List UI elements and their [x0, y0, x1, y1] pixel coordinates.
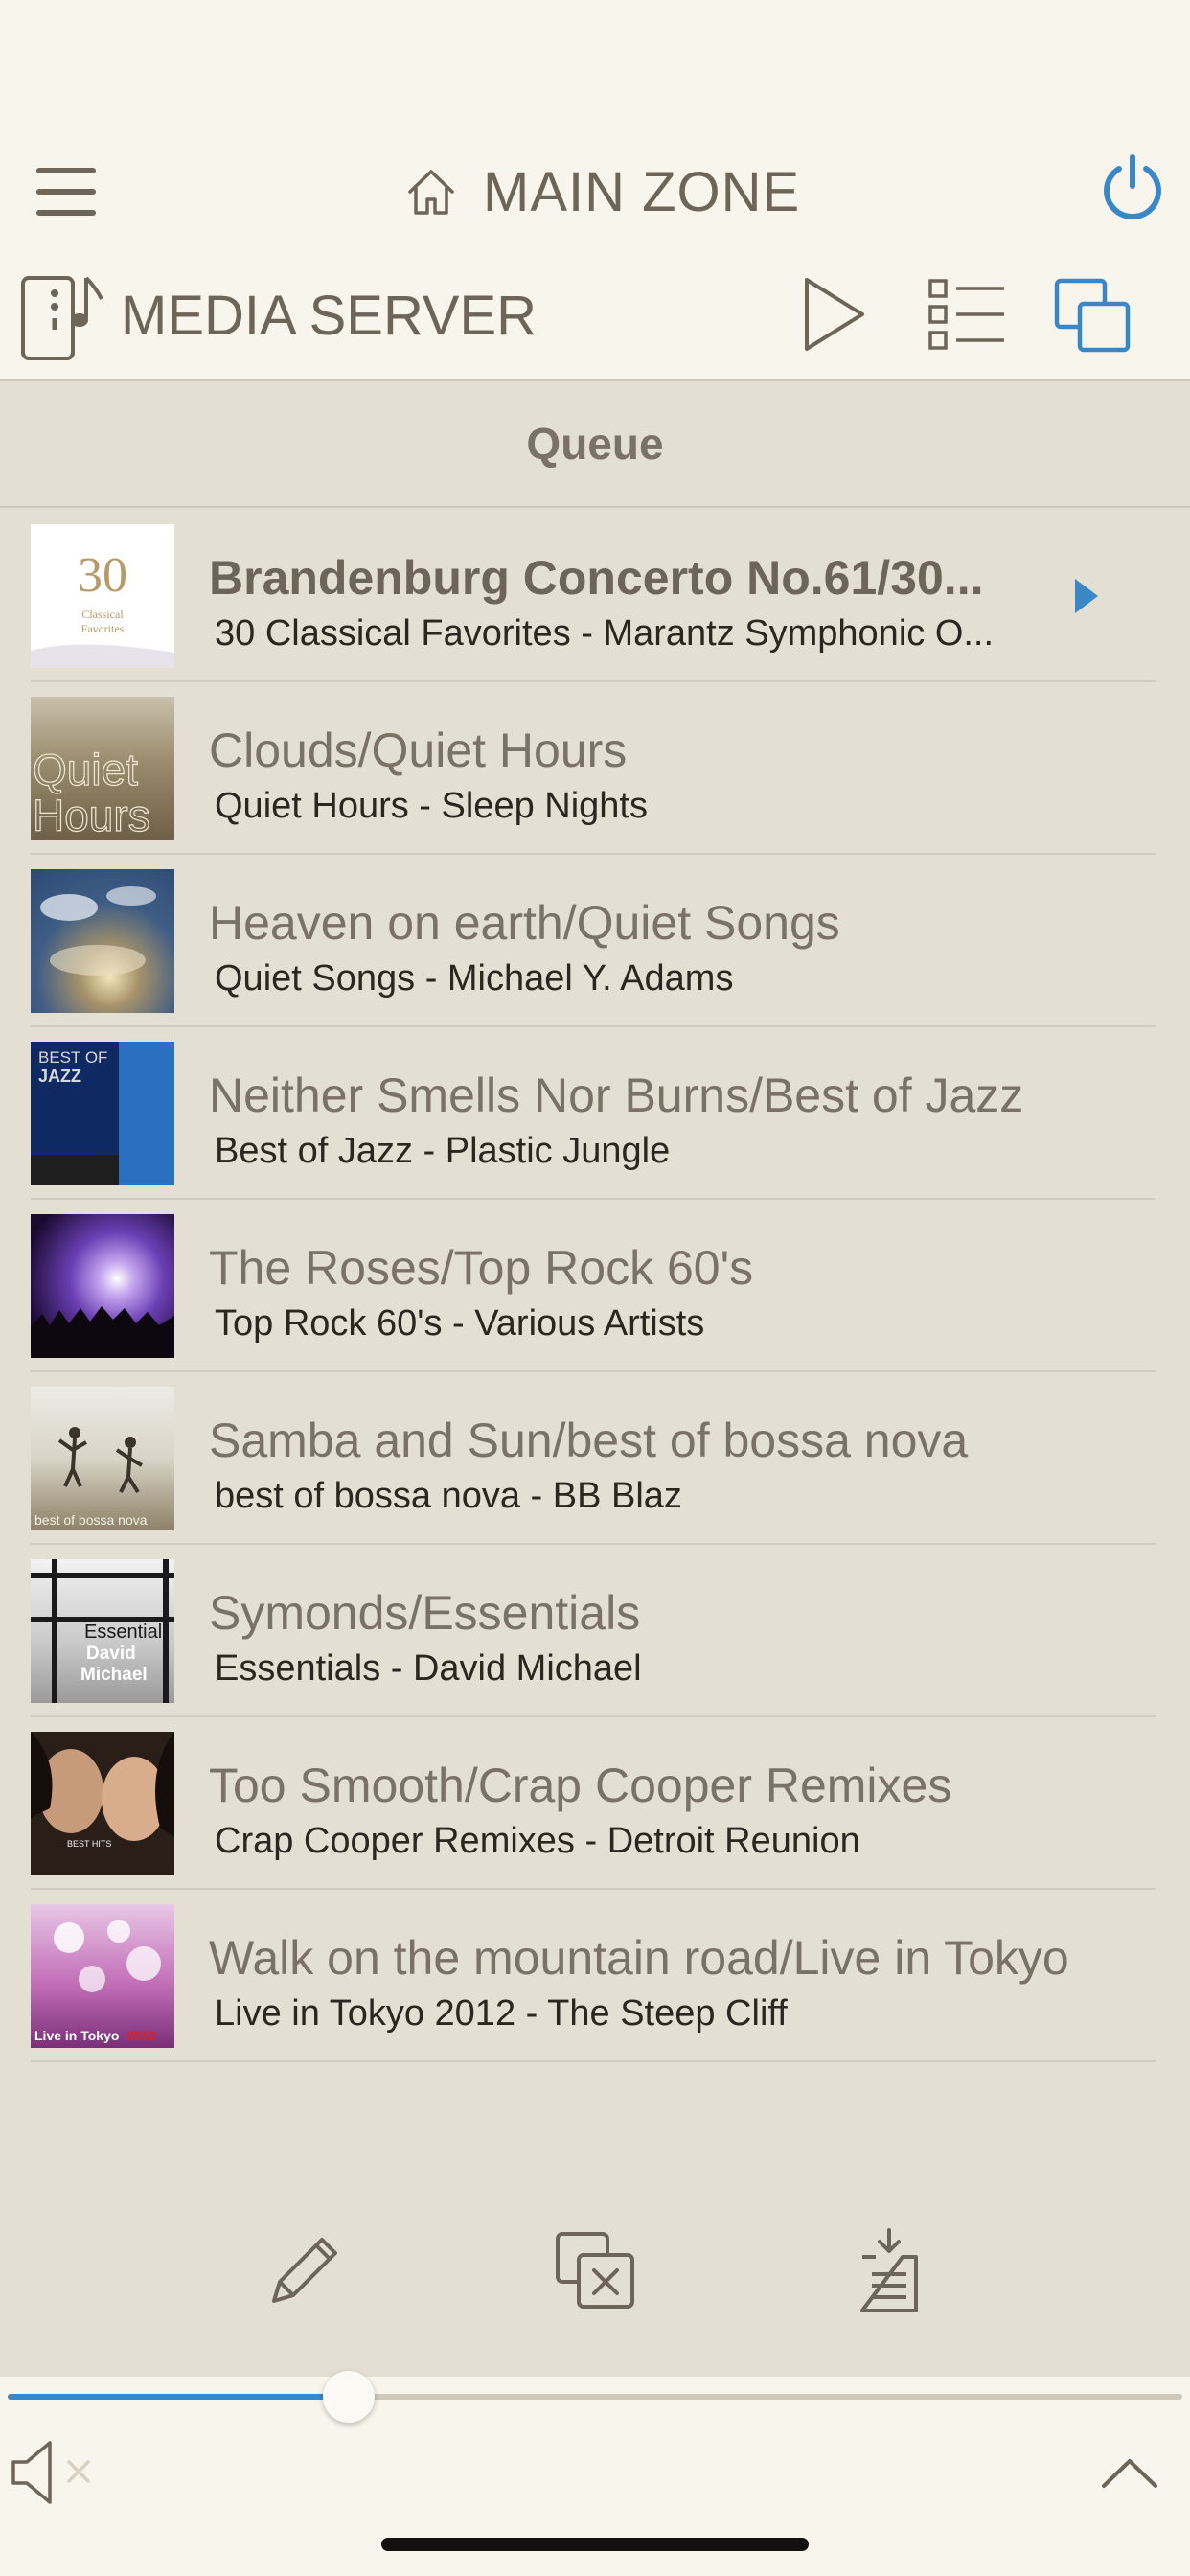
- track-subtitle: Essentials - David Michael: [215, 1648, 642, 1689]
- clear-queue-icon[interactable]: [552, 2228, 638, 2314]
- list-item[interactable]: best of bossa nova Samba and Sun/best of…: [31, 1372, 1156, 1545]
- track-title: Too Smooth/Crap Cooper Remixes: [209, 1759, 952, 1812]
- album-art-text: best of bossa nova: [34, 1512, 148, 1528]
- source-title: MEDIA SERVER: [121, 285, 538, 347]
- album-art-text: Essential: [84, 1622, 162, 1643]
- list-item[interactable]: Live in Tokyo 2012 Walk on the mountain …: [31, 1890, 1156, 2062]
- album-art: best of bossa nova: [31, 1387, 174, 1530]
- track-subtitle: best of bossa nova - BB Blaz: [215, 1476, 682, 1516]
- track-subtitle: Crap Cooper Remixes - Detroit Reunion: [215, 1821, 860, 1861]
- track-title: Heaven on earth/Quiet Songs: [209, 896, 840, 950]
- track-title: Walk on the mountain road/Live in Tokyo.…: [209, 1931, 1071, 1985]
- power-icon[interactable]: [1100, 153, 1165, 220]
- list-item[interactable]: 30 Classical Favorites Brandenburg Conce…: [31, 510, 1156, 682]
- track-title: Symonds/Essentials: [209, 1586, 641, 1640]
- list-item[interactable]: The Roses/Top Rock 60's Top Rock 60's - …: [31, 1200, 1156, 1372]
- album-art: Quiet Hours: [31, 697, 174, 840]
- list-icon[interactable]: [927, 278, 1006, 351]
- queue-panel: Queue 30 Classical Favorites Brandenburg…: [0, 379, 1190, 2377]
- zones-icon[interactable]: [1054, 278, 1133, 355]
- home-icon: [408, 170, 454, 215]
- album-art: [31, 869, 174, 1013]
- album-art-text: Michael: [80, 1665, 148, 1685]
- album-art: Live in Tokyo 2012: [31, 1904, 174, 2048]
- album-art-text: Live in Tokyo: [34, 2028, 119, 2043]
- track-title: Clouds/Quiet Hours: [209, 724, 628, 777]
- track-list[interactable]: 30 Classical Favorites Brandenburg Conce…: [31, 510, 1156, 2062]
- zone-selector[interactable]: MAIN ZONE: [402, 153, 800, 230]
- track-title: Neither Smells Nor Burns/Best of Jazz: [209, 1069, 1024, 1122]
- volume-slider[interactable]: [8, 2394, 1182, 2400]
- top-bar: MAIN ZONE MEDIA SERVER: [0, 0, 1190, 379]
- track-title: Samba and Sun/best of bossa nova: [209, 1414, 969, 1467]
- volume-slider-handle[interactable]: [323, 2371, 375, 2423]
- album-art-number: 30: [78, 548, 127, 603]
- media-server-icon[interactable]: [21, 272, 117, 360]
- list-item[interactable]: BEST OF JAZZ Neither Smells Nor Burns/Be…: [31, 1027, 1156, 1200]
- track-title: The Roses/Top Rock 60's: [209, 1241, 754, 1295]
- queue-toolbar: [0, 2228, 1190, 2334]
- list-item[interactable]: BEST HITS Too Smooth/Crap Cooper Remixes…: [31, 1717, 1156, 1890]
- track-title: Brandenburg Concerto No.61/30...: [209, 551, 984, 605]
- list-item[interactable]: Essential David Michael Symonds/Essentia…: [31, 1545, 1156, 1717]
- list-item[interactable]: Quiet Hours Clouds/Quiet Hours Quiet Hou…: [31, 682, 1156, 855]
- chevron-up-icon[interactable]: [1100, 2453, 1159, 2492]
- queue-header: Queue: [0, 381, 1190, 508]
- album-art: BEST HITS: [31, 1732, 174, 1875]
- album-art-text: BEST HITS: [67, 1839, 111, 1849]
- album-art-text: Quiet: [33, 745, 138, 794]
- volume-level: [8, 2394, 349, 2400]
- album-art-text: BEST OF: [38, 1048, 107, 1067]
- now-playing-icon: [1075, 579, 1098, 613]
- play-icon[interactable]: [801, 276, 868, 353]
- track-subtitle: Top Rock 60's - Various Artists: [215, 1303, 705, 1344]
- save-queue-icon[interactable]: [847, 2228, 933, 2314]
- list-item[interactable]: Heaven on earth/Quiet Songs Quiet Songs …: [31, 855, 1156, 1027]
- track-subtitle: 30 Classical Favorites - Marantz Symphon…: [215, 613, 995, 654]
- track-subtitle: Best of Jazz - Plastic Jungle: [215, 1131, 671, 1171]
- album-art: Essential David Michael: [31, 1559, 174, 1703]
- album-art-text: David: [86, 1644, 136, 1664]
- queue-title: Queue: [526, 419, 664, 469]
- zone-title: MAIN ZONE: [483, 160, 801, 223]
- track-subtitle: Live in Tokyo 2012 - The Steep Cliff: [215, 1993, 788, 2034]
- album-art-text: JAZZ: [38, 1067, 81, 1086]
- album-art-text: Hours: [33, 791, 150, 840]
- home-indicator[interactable]: [381, 2538, 809, 2551]
- pencil-icon[interactable]: [261, 2228, 347, 2314]
- album-art-text: Classical: [81, 608, 124, 621]
- track-subtitle: Quiet Songs - Michael Y. Adams: [215, 958, 734, 999]
- track-subtitle: Quiet Hours - Sleep Nights: [215, 786, 648, 826]
- album-art-text: Favorites: [81, 622, 125, 635]
- mute-icon[interactable]: [10, 2439, 105, 2506]
- menu-icon[interactable]: [36, 168, 96, 216]
- album-art: [31, 1214, 174, 1358]
- album-art: 30 Classical Favorites: [31, 524, 174, 668]
- album-art: BEST OF JAZZ: [31, 1042, 174, 1185]
- album-art-text: 2012: [126, 2028, 156, 2043]
